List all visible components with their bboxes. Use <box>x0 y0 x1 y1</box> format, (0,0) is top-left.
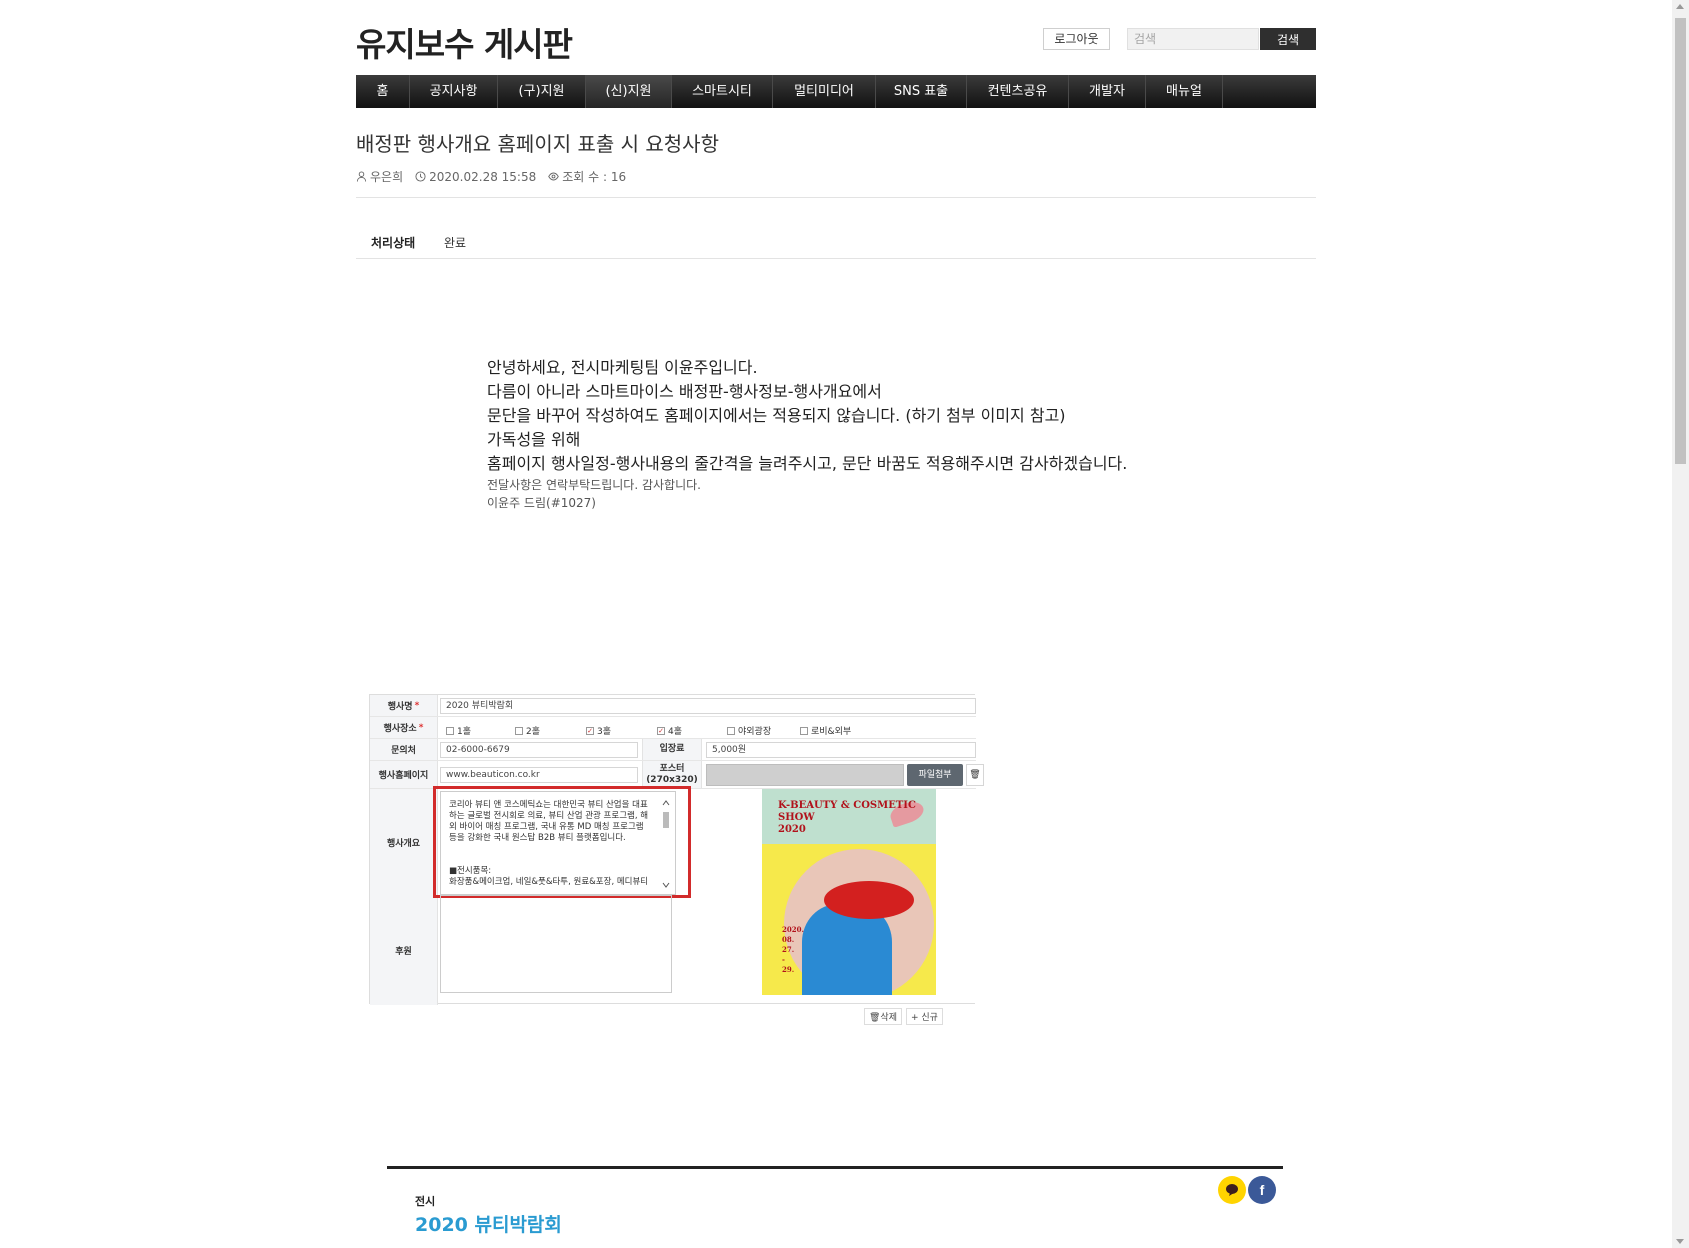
kakao-share-icon[interactable] <box>1218 1176 1246 1204</box>
divider <box>356 197 1316 198</box>
scroll-thumb[interactable] <box>1675 18 1686 464</box>
poster-label: 포스터 (270x320) <box>642 761 702 788</box>
scroll-down-icon[interactable] <box>1676 1239 1684 1244</box>
body-line-small: 이윤주 드림(#1027) <box>487 496 596 510</box>
checkbox-icon <box>515 726 523 735</box>
venue-checkbox: 로비&외부 <box>800 724 851 737</box>
body-line: 홈페이지 행사일정-행사내용의 줄간격을 늘려주시고, 문단 바꿈도 적용해주시… <box>487 454 1128 473</box>
event-name-field: 2020 뷰티박람회 <box>440 698 976 714</box>
logout-button[interactable]: 로그아웃 <box>1043 28 1110 50</box>
attached-image: 행사명 * 2020 뷰티박람회 행사장소 * 1홀 2홀 ✓ 3홀 ✓ 4홀 야외광장… <box>369 694 984 1025</box>
venue-checkbox: 2홀 <box>515 724 540 737</box>
search-input[interactable] <box>1127 28 1259 50</box>
footer-divider <box>387 1166 1283 1169</box>
form-row-homepage: 행사홈페이지 www.beauticon.co.kr 포스터 (270x320) … <box>370 761 984 789</box>
status-value: 완료 <box>444 236 467 250</box>
post-title: 배정판 행사개요 홈페이지 표출 시 요청사항 <box>356 132 719 156</box>
post-datetime: 2020.02.28 15:58 <box>429 169 537 184</box>
highlight-box <box>433 786 691 898</box>
user-icon <box>356 171 367 182</box>
overview-label: 행사개요 <box>370 789 438 895</box>
venue-checkbox: 야외광장 <box>727 724 771 737</box>
body-line-small: 전달사항은 연락부탁드립니다. 감사합니다. <box>487 478 701 492</box>
nav-item-content-share[interactable]: 컨텐츠공유 <box>967 75 1069 108</box>
checkbox-icon <box>800 726 808 735</box>
site-title[interactable]: 유지보수 게시판 <box>356 18 573 66</box>
clock-icon <box>415 171 426 182</box>
footer-category: 전시 <box>415 1195 436 1208</box>
status-label: 처리상태 <box>371 236 416 250</box>
divider <box>356 258 1316 259</box>
poster-title: K-BEAUTY & COSMETIC SHOW 2020 <box>778 800 916 835</box>
file-attach-button: 파일첨부 <box>907 764 963 786</box>
homepage-label: 행사홈페이지 <box>370 761 438 788</box>
attached-buttons: 🗑삭제 + 신규 <box>864 1008 943 1025</box>
body-line: 문단을 바꾸어 작성하여도 홈페이지에서는 적용되지 않습니다. (하기 첨부 … <box>487 406 1066 425</box>
poster-image: K-BEAUTY & COSMETIC SHOW 2020 2020. 08. 2… <box>762 789 936 995</box>
checkbox-checked-icon: ✓ <box>586 726 594 735</box>
footer-event-title[interactable]: 2020 뷰티박람회 <box>415 1210 562 1237</box>
venue-checkbox: ✓ 3홀 <box>586 726 612 737</box>
facebook-share-icon[interactable]: f <box>1248 1176 1276 1204</box>
author-name: 우은희 <box>370 170 404 184</box>
nav-item-home[interactable]: 홈 <box>356 75 410 108</box>
event-name-label: 행사명 * <box>370 695 438 716</box>
nav-item-new-support[interactable]: (신)지원 <box>586 75 672 108</box>
form-row-contact: 문의처 02-6000-6679 입장료 5,000원 <box>370 739 976 761</box>
post-meta: 우은희 2020.02.28 15:58 조회 수 : 16 <box>356 168 626 185</box>
venue-label: 행사장소 * <box>370 717 438 738</box>
scroll-up-icon[interactable] <box>1676 4 1684 9</box>
venue-checkbox: ✓ 4홀 <box>657 726 683 737</box>
post-views: 조회 수 : 16 <box>548 168 626 185</box>
nav-item-sns[interactable]: SNS 표출 <box>876 75 967 108</box>
fee-label: 입장료 <box>642 739 702 760</box>
contact-label: 문의처 <box>370 739 438 760</box>
sponsor-textarea <box>440 895 672 993</box>
new-button: + 신규 <box>906 1008 943 1025</box>
nav-item-notice[interactable]: 공지사항 <box>410 75 498 108</box>
venue-checkbox: 1홀 <box>446 724 471 737</box>
post-date: 2020.02.28 15:58 <box>415 168 536 185</box>
checkbox-icon <box>727 726 735 735</box>
body-line: 가독성을 위해 <box>487 430 581 449</box>
homepage-field: www.beauticon.co.kr <box>440 767 638 783</box>
nav-item-developer[interactable]: 개발자 <box>1069 75 1146 108</box>
nav-item-multimedia[interactable]: 멀티미디어 <box>773 75 876 108</box>
views-count: 조회 수 : 16 <box>562 170 627 184</box>
body-line: 다름이 아니라 스마트마이스 배정판-행사정보-행사개요에서 <box>487 382 882 401</box>
form-row-event-name: 행사명 * 2020 뷰티박람회 <box>370 695 976 717</box>
trash-icon: 🗑 <box>966 764 984 786</box>
search-button[interactable]: 검색 <box>1260 28 1316 50</box>
eye-icon <box>548 172 560 181</box>
nav-item-smartcity[interactable]: 스마트시티 <box>672 75 773 108</box>
checkbox-icon <box>446 726 454 735</box>
form-row-venue: 행사장소 * 1홀 2홀 ✓ 3홀 ✓ 4홀 야외광장 로비&외부 <box>370 717 976 739</box>
page-scrollbar[interactable] <box>1672 0 1689 1248</box>
main-nav: 홈 공지사항 (구)지원 (신)지원 스마트시티 멀티미디어 SNS 표출 컨텐… <box>356 75 1316 108</box>
poster-file-box <box>706 764 904 786</box>
sponsor-label: 후원 <box>370 895 438 1005</box>
fee-field: 5,000원 <box>706 742 976 758</box>
post-author[interactable]: 우은희 <box>356 168 403 185</box>
contact-field: 02-6000-6679 <box>440 742 638 758</box>
nav-item-old-support[interactable]: (구)지원 <box>498 75 586 108</box>
nav-item-manual[interactable]: 매뉴얼 <box>1146 75 1223 108</box>
delete-button: 🗑삭제 <box>864 1008 902 1025</box>
checkbox-checked-icon: ✓ <box>657 726 665 735</box>
body-line: 안녕하세요, 전시마케팅팀 이윤주입니다. <box>487 358 758 377</box>
attached-form: 행사명 * 2020 뷰티박람회 행사장소 * 1홀 2홀 ✓ 3홀 ✓ 4홀 야외광장… <box>369 694 984 1005</box>
poster-dates: 2020. 08. 27. - 29. <box>782 925 804 974</box>
post-body: 안녕하세요, 전시마케팅팀 이윤주입니다. 다름이 아니라 스마트마이스 배정판… <box>487 356 1247 512</box>
